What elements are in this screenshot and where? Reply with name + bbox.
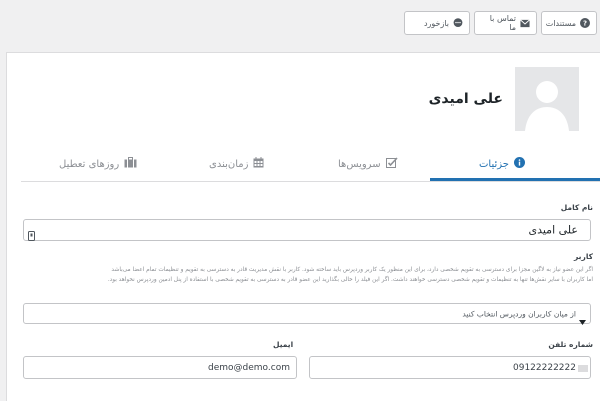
tab-services[interactable]: سرویس‌ها xyxy=(338,147,398,181)
tab-services-label: سرویس‌ها xyxy=(338,158,381,170)
contact-label: تماس با ما xyxy=(489,14,516,32)
tab-holidays[interactable]: روزهای تعطیل xyxy=(59,147,137,181)
checklist-icon xyxy=(385,157,398,171)
autofill-key-icon[interactable] xyxy=(28,226,35,245)
calendar-icon xyxy=(253,157,264,171)
user-label: کاربر xyxy=(574,252,593,261)
phone-label: شماره تلفن xyxy=(548,340,593,349)
phone-value: 09122222222 xyxy=(513,362,576,373)
staff-edit-panel: علی امیدی جزئیات سرویس‌ها زمان‌بندی روزه… xyxy=(6,52,600,401)
avatar-placeholder-icon xyxy=(515,67,579,131)
country-flag-icon[interactable] xyxy=(578,365,588,372)
help-icon: ? xyxy=(580,18,590,28)
top-toolbar: ? مستندات تماس با ما بازخورد xyxy=(0,0,600,46)
envelope-icon xyxy=(520,18,530,28)
tab-bar: جزئیات سرویس‌ها زمان‌بندی روزهای تعطیل xyxy=(21,147,600,182)
dropdown-arrow-icon xyxy=(579,311,586,330)
tab-details[interactable]: جزئیات xyxy=(479,147,525,181)
tab-holidays-label: روزهای تعطیل xyxy=(59,158,120,170)
phone-input[interactable]: 09122222222 xyxy=(309,356,591,379)
contact-button[interactable]: تماس با ما xyxy=(474,11,537,35)
speech-bubble-icon xyxy=(453,18,463,28)
email-label: ایمیل xyxy=(273,340,294,349)
tab-details-label: جزئیات xyxy=(479,158,509,170)
email-value: demo@demo.com xyxy=(208,362,290,373)
active-tab-indicator xyxy=(430,178,600,181)
email-input[interactable]: demo@demo.com xyxy=(23,356,297,379)
docs-button[interactable]: ? مستندات xyxy=(541,11,597,35)
feedback-label: بازخورد xyxy=(423,18,449,28)
avatar[interactable] xyxy=(515,67,579,131)
tab-schedule-label: زمان‌بندی xyxy=(209,158,249,170)
info-icon xyxy=(513,157,525,171)
suitcase-icon xyxy=(124,157,137,171)
full-name-label: نام کامل xyxy=(560,203,593,212)
full-name-value: علی امیدی xyxy=(528,223,578,237)
svg-text:?: ? xyxy=(583,20,587,28)
user-select[interactable]: از میان کاربران وردپرس انتخاب کنید xyxy=(23,303,591,325)
staff-name-heading: علی امیدی xyxy=(428,91,503,107)
user-select-value: از میان کاربران وردپرس انتخاب کنید xyxy=(462,309,576,318)
user-description-line-1: اگر این عضو نیاز به لاگین مجزا برای دستر… xyxy=(111,267,593,273)
feedback-button[interactable]: بازخورد xyxy=(404,11,470,35)
tab-schedule[interactable]: زمان‌بندی xyxy=(209,147,264,181)
docs-label: مستندات xyxy=(545,18,576,28)
user-description-line-2: اما کاربران با سایر نقش‌ها تنها به تنظیم… xyxy=(107,277,593,283)
full-name-input[interactable]: علی امیدی xyxy=(23,219,591,241)
